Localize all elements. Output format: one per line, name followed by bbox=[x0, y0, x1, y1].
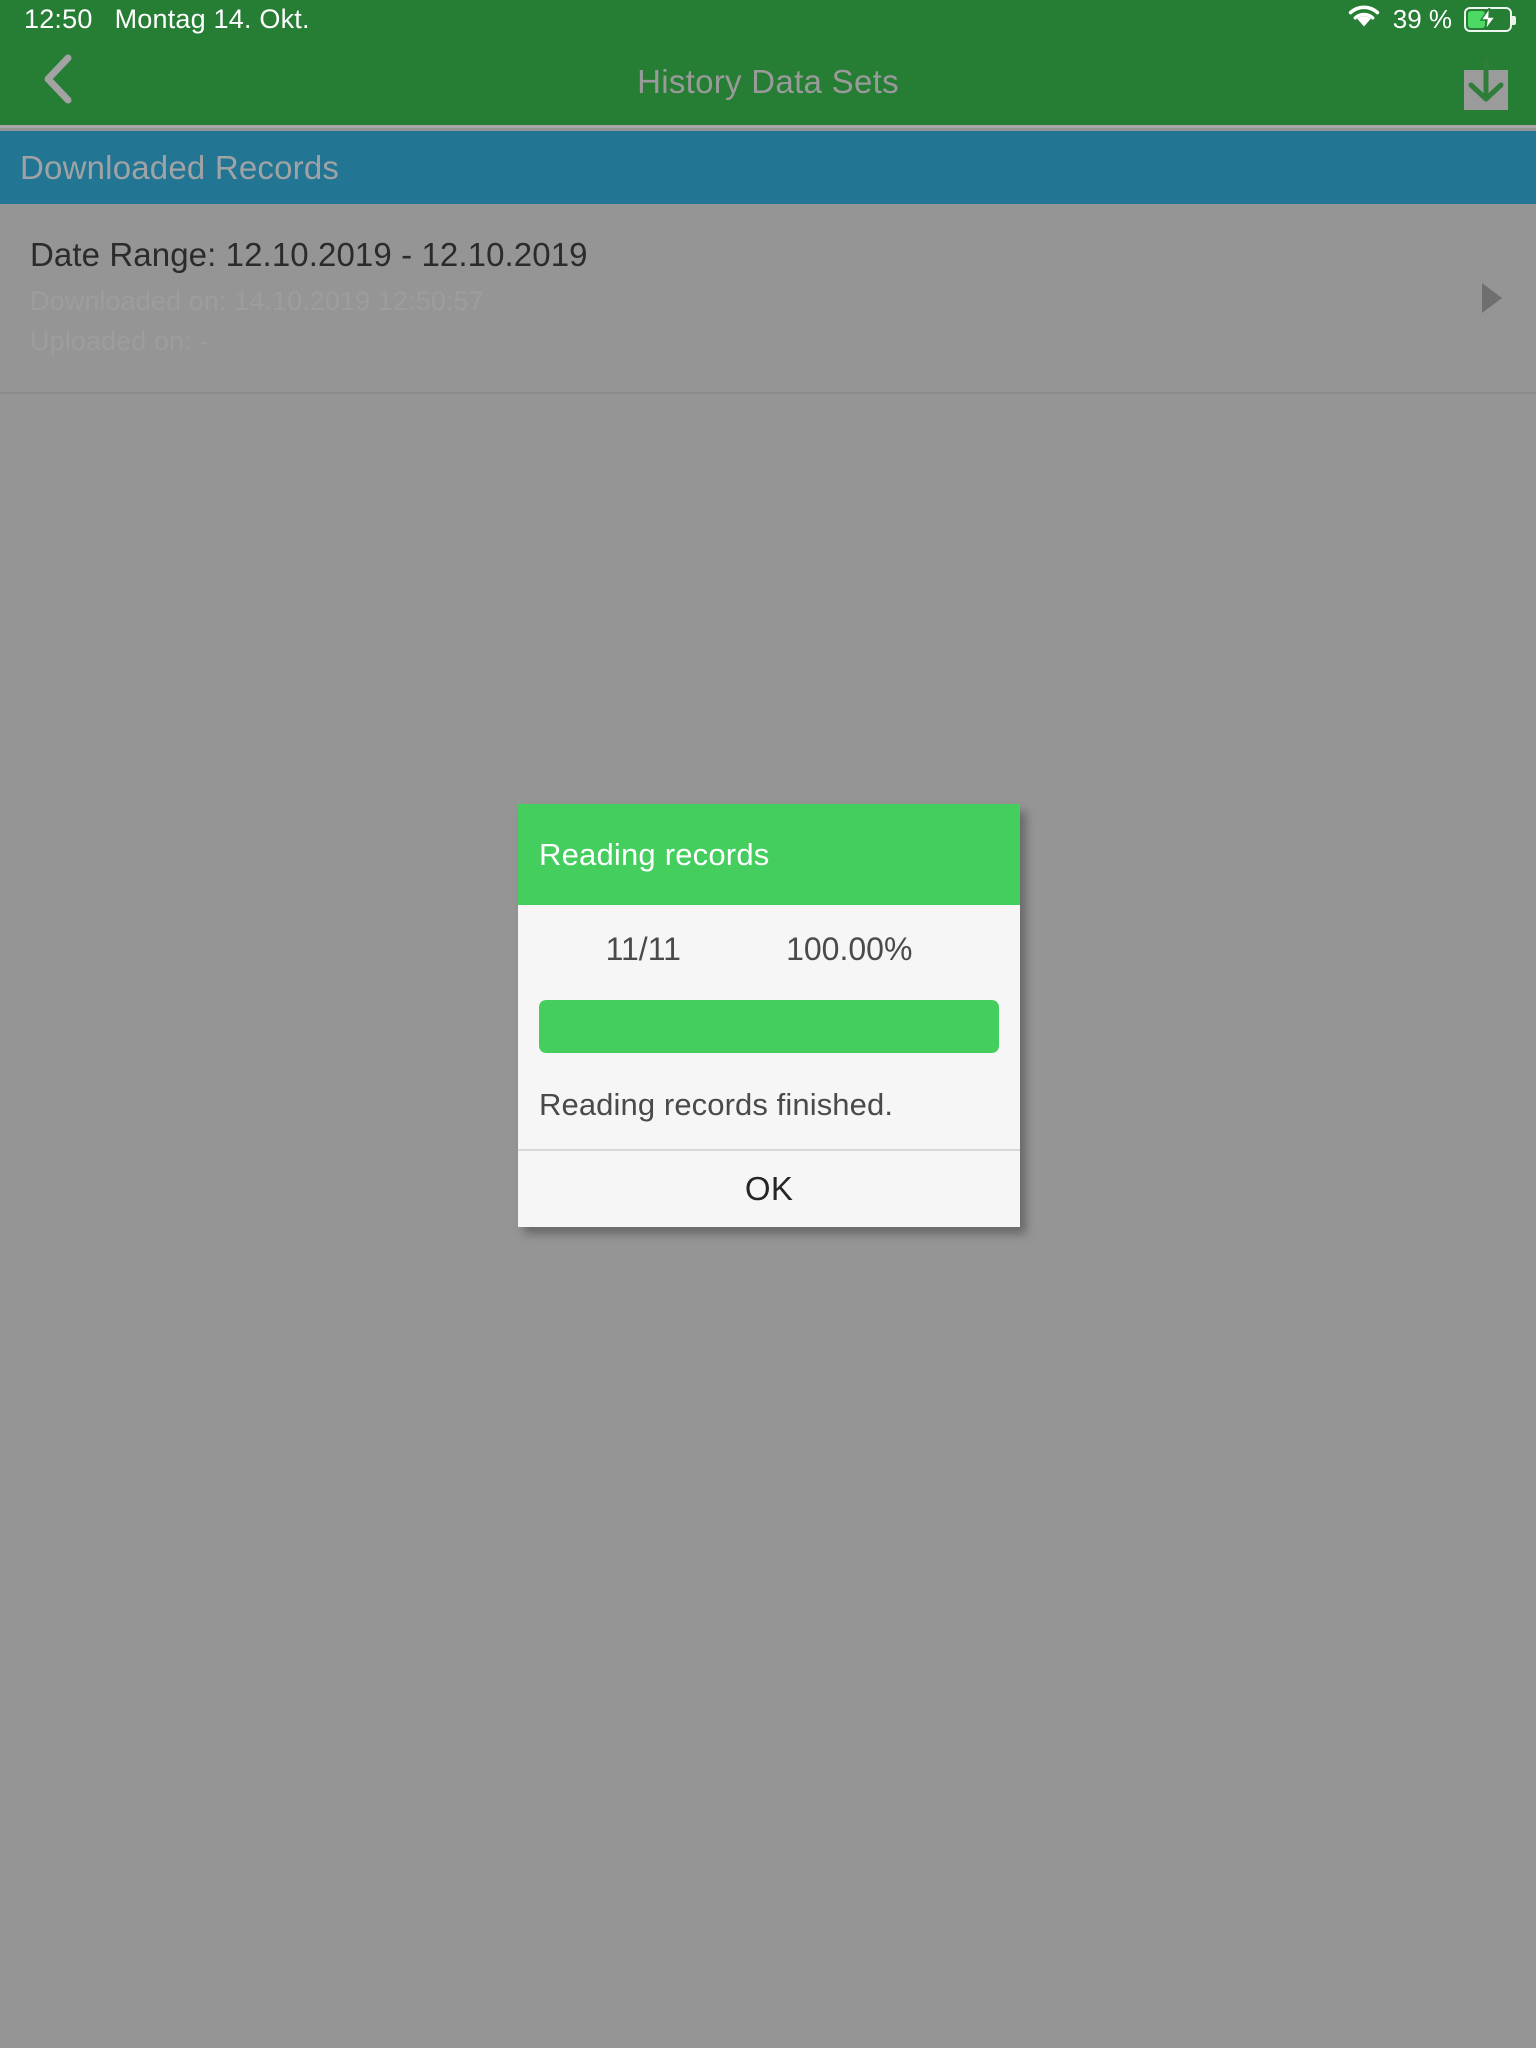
progress-numbers-row: 11/11 100.00% bbox=[539, 931, 999, 968]
progress-count-label: 11/11 bbox=[605, 931, 681, 967]
reading-records-dialog: Reading records 11/11 100.00% Reading re… bbox=[518, 804, 1020, 1227]
modal-scrim: Reading records 11/11 100.00% Reading re… bbox=[0, 0, 1536, 2048]
progress-bar bbox=[539, 1000, 999, 1053]
dialog-message: Reading records finished. bbox=[539, 1087, 894, 1122]
dialog-header: Reading records bbox=[518, 804, 1020, 905]
app-screen: 12:50 Montag 14. Okt. 39 % History Data … bbox=[0, 0, 1536, 2048]
ok-button[interactable]: OK bbox=[518, 1170, 1020, 1208]
progress-percent-label: 100.00% bbox=[786, 931, 913, 967]
dialog-actions: OK bbox=[518, 1149, 1020, 1227]
dialog-title: Reading records bbox=[539, 836, 770, 872]
dialog-body: 11/11 100.00% Reading records finished. bbox=[518, 905, 1020, 1123]
progress-bar-fill bbox=[539, 1000, 999, 1053]
